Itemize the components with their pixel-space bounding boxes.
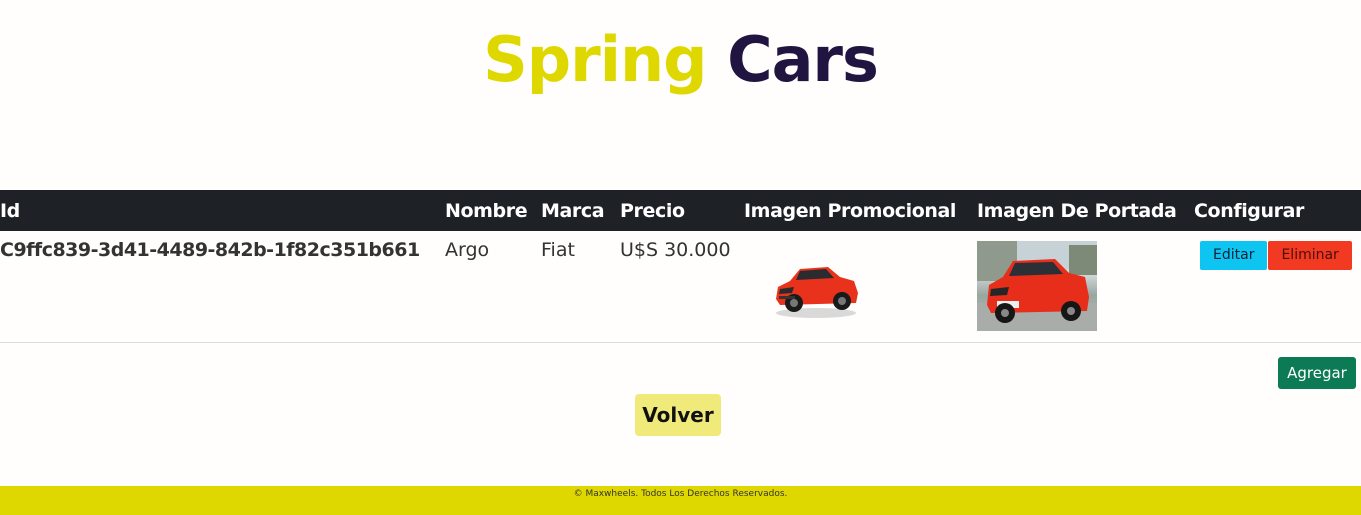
table-row: C9ffc839-3d41-4489-842b-1f82c351b661 Arg… <box>0 231 1361 342</box>
brand-word-cars: Cars <box>727 23 879 96</box>
col-header-precio: Precio <box>620 199 685 222</box>
back-button[interactable]: Volver <box>635 394 721 436</box>
cell-precio: U$S 30.000 <box>620 239 731 261</box>
brand-word-spring: Spring <box>483 23 707 96</box>
brand-title: Spring Cars <box>0 22 1361 98</box>
cell-imagen-promocional <box>744 231 977 342</box>
footer-copyright: © Maxwheels. Todos Los Derechos Reservad… <box>573 489 788 499</box>
delete-button[interactable]: Eliminar <box>1268 241 1352 270</box>
cell-configurar: Editar Eliminar <box>1194 231 1361 342</box>
table-header: Id Nombre Marca Precio Imagen Promociona… <box>0 190 1361 231</box>
col-header-imagen-portada: Imagen De Portada <box>977 199 1177 222</box>
col-header-marca: Marca <box>541 199 605 222</box>
cover-car-image <box>977 241 1097 331</box>
cars-table: Id Nombre Marca Precio Imagen Promociona… <box>0 190 1361 343</box>
promo-car-image <box>770 251 862 323</box>
edit-button[interactable]: Editar <box>1200 241 1268 270</box>
col-header-nombre: Nombre <box>445 199 528 222</box>
cell-nombre: Argo <box>445 239 490 261</box>
add-button[interactable]: Agregar <box>1278 357 1356 389</box>
footer: © Maxwheels. Todos Los Derechos Reservad… <box>0 486 1361 515</box>
cell-marca: Fiat <box>541 239 575 261</box>
page: Spring Cars Id Nombre Marca Precio Image… <box>0 0 1361 515</box>
cell-id: C9ffc839-3d41-4489-842b-1f82c351b661 <box>0 239 420 261</box>
col-header-configurar: Configurar <box>1194 199 1304 222</box>
col-header-id: Id <box>0 199 20 222</box>
cell-imagen-portada <box>977 231 1194 342</box>
col-header-imagen-promocional: Imagen Promocional <box>744 199 957 222</box>
